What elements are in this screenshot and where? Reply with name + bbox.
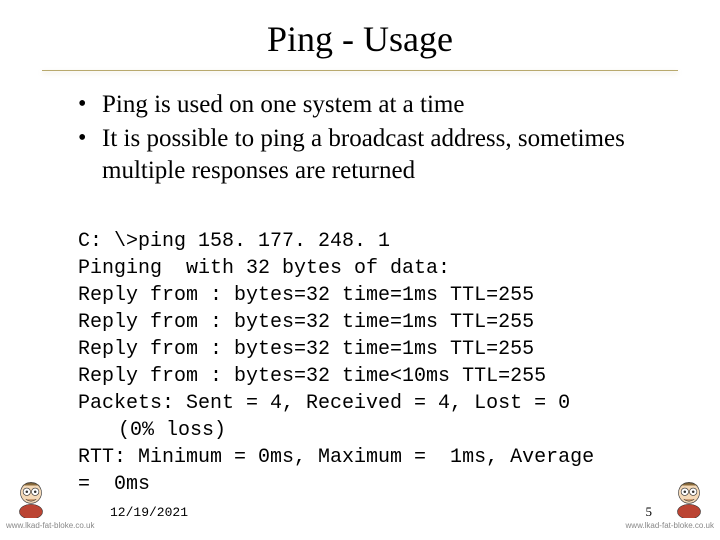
terminal-line: Reply from : bytes=32 time=1ms TTL=255 bbox=[78, 311, 534, 334]
terminal-line: Packets: Sent = 4, Received = 4, Lost = … bbox=[78, 392, 570, 415]
terminal-line: C: \>ping 158. 177. 248. 1 bbox=[78, 230, 390, 253]
terminal-line: Reply from : bytes=32 time=1ms TTL=255 bbox=[78, 284, 534, 307]
terminal-line: Reply from : bytes=32 time=1ms TTL=255 bbox=[78, 338, 534, 361]
slide: Ping - Usage Ping is used on one system … bbox=[0, 0, 720, 540]
title-divider bbox=[42, 70, 678, 71]
cartoon-icon bbox=[10, 476, 52, 518]
terminal-line: (0% loss) bbox=[78, 417, 226, 444]
watermark-text: www.lkad-fat-bloke.co.uk bbox=[626, 521, 714, 530]
bullet-item: It is possible to ping a broadcast addre… bbox=[78, 123, 678, 187]
watermark-text: www.lkad-fat-bloke.co.uk bbox=[6, 521, 94, 530]
slide-footer: www.lkad-fat-bloke.co.uk www.lkad-fat-bl… bbox=[0, 476, 720, 532]
terminal-line: RTT: Minimum = 0ms, Maximum = 1ms, Avera… bbox=[78, 446, 594, 469]
terminal-line: Reply from : bytes=32 time<10ms TTL=255 bbox=[78, 365, 546, 388]
bullet-list: Ping is used on one system at a time It … bbox=[78, 89, 678, 187]
terminal-output: C: \>ping 158. 177. 248. 1 Pinging with … bbox=[78, 201, 678, 498]
slide-page-number: 5 bbox=[646, 504, 653, 520]
slide-title: Ping - Usage bbox=[42, 18, 678, 60]
terminal-line: Pinging with 32 bytes of data: bbox=[78, 257, 450, 280]
bullet-item: Ping is used on one system at a time bbox=[78, 89, 678, 121]
cartoon-icon bbox=[668, 476, 710, 518]
slide-date: 12/19/2021 bbox=[110, 505, 188, 520]
